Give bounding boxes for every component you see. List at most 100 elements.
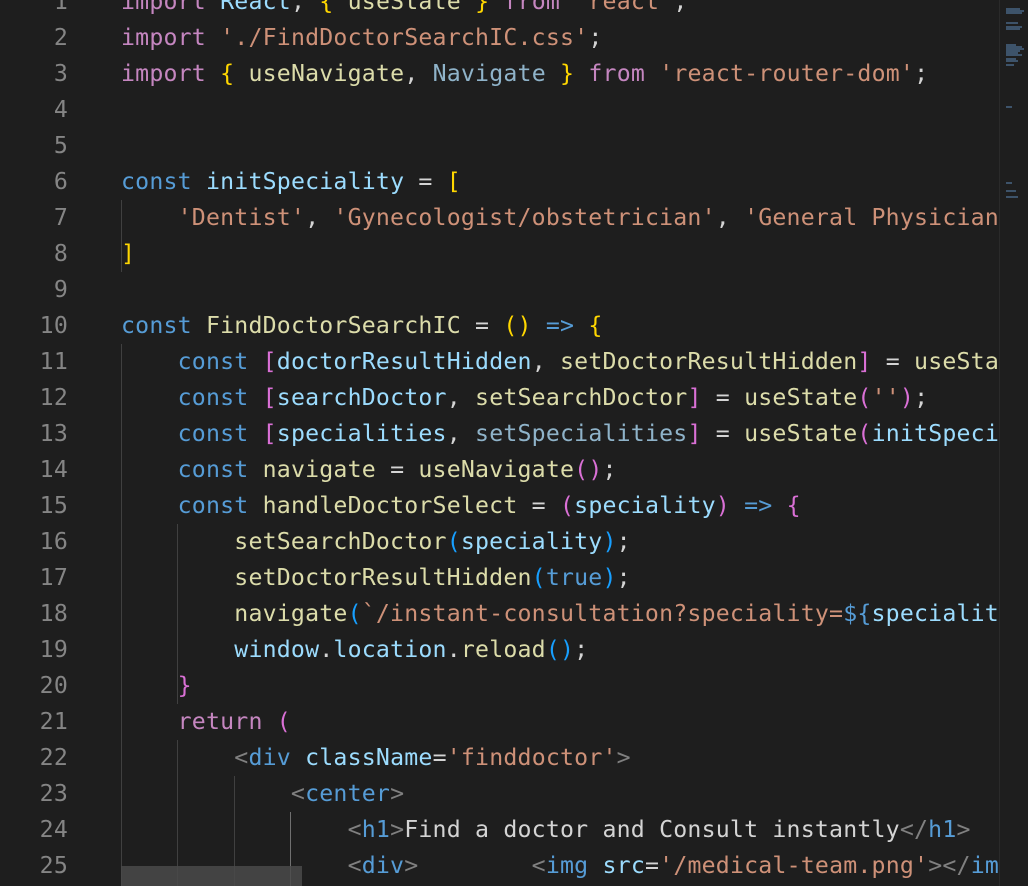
code-token: =>: [545, 312, 575, 339]
code-line[interactable]: const [doctorResultHidden, setDoctorResu…: [121, 344, 1000, 380]
code-line[interactable]: import { useNavigate, Navigate } from 'r…: [121, 56, 928, 92]
code-token: useNavigate: [248, 60, 405, 87]
code-token: img: [545, 852, 589, 879]
code-token: initSpeciality: [205, 168, 405, 195]
code-token: './FindDoctorSearchIC.css': [220, 24, 589, 51]
code-token: (: [347, 600, 362, 627]
code-token: setDoctorResultHidden: [234, 564, 532, 591]
code-token: ;: [914, 384, 929, 411]
code-token: useState: [744, 384, 858, 411]
code-line[interactable]: const FindDoctorSearchIC = () => {: [121, 308, 603, 344]
code-token: ,: [290, 0, 320, 15]
code-line[interactable]: import React, { useState } from 'react';: [121, 0, 688, 20]
code-token: searchDoctor: [276, 384, 447, 411]
code-token: from: [588, 60, 646, 87]
code-token: <: [347, 852, 362, 879]
code-token: }: [560, 60, 575, 87]
code-token: ></: [928, 852, 971, 879]
code-token: {: [786, 492, 801, 519]
code-line[interactable]: const handleDoctorSelect = (speciality) …: [121, 488, 801, 524]
code-token: }: [475, 0, 490, 15]
code-token: import: [121, 24, 206, 51]
code-token: speciality: [460, 528, 603, 555]
code-token: <: [347, 816, 362, 843]
code-token: </: [899, 816, 929, 843]
code-token: speciality: [871, 600, 1000, 627]
code-token: const: [177, 492, 249, 519]
code-line[interactable]: window.location.reload();: [121, 632, 588, 668]
minimap-line: [1006, 12, 1022, 14]
indent-guide: [177, 524, 178, 704]
code-token: setSearchDoctor: [234, 528, 447, 555]
code-token: ,: [404, 60, 433, 87]
code-token: const: [121, 168, 192, 195]
code-token: ,: [446, 384, 476, 411]
code-line[interactable]: return (: [121, 704, 291, 740]
code-token: location: [333, 636, 447, 663]
code-line[interactable]: <h1>Find a doctor and Consult instantly<…: [121, 812, 971, 848]
code-token: handleDoctorSelect: [262, 492, 518, 519]
code-token: from: [503, 0, 561, 15]
code-token: ): [899, 384, 915, 411]
code-token: Navigate: [432, 60, 546, 87]
code-area[interactable]: import React, { useState } from 'react';…: [0, 0, 1000, 886]
code-token: (: [531, 564, 546, 591]
code-token: =: [375, 456, 419, 483]
code-token: navigate: [262, 456, 376, 483]
code-line[interactable]: setDoctorResultHidden(true);: [121, 560, 631, 596]
code-token: ]: [857, 348, 872, 375]
minimap[interactable]: [999, 0, 1028, 886]
code-token: ;: [616, 528, 631, 555]
code-line[interactable]: const [searchDoctor, setSearchDoctor] = …: [121, 380, 928, 416]
code-line[interactable]: 'Dentist', 'Gynecologist/obstetrician', …: [121, 200, 1000, 236]
code-token: =>: [744, 492, 773, 519]
code-token: const: [177, 456, 249, 483]
code-token: initSpeciality: [871, 420, 1000, 447]
indent-guide: [121, 200, 122, 272]
code-token: const: [177, 348, 249, 375]
code-token: (): [545, 636, 575, 663]
code-token: useNavigate: [418, 456, 575, 483]
code-token: >: [956, 816, 971, 843]
horizontal-scrollbar[interactable]: [121, 866, 302, 886]
code-line[interactable]: <center>: [121, 776, 404, 812]
code-token: <: [234, 744, 249, 771]
code-token: ;: [616, 564, 631, 591]
indent-guide: [121, 344, 122, 886]
code-token: >: [616, 744, 631, 771]
code-line[interactable]: const [specialities, setSpecialities] = …: [121, 416, 1000, 452]
code-token: doctorResultHidden: [276, 348, 532, 375]
code-token: >: [404, 852, 419, 879]
code-token: }: [177, 672, 192, 699]
code-editor[interactable]: 1 2 3 4 5 6 7 8 9 10 11 12 13 14 15 16 17 18 19 20 21 22 23 24 2…: [0, 0, 1028, 886]
code-line[interactable]: navigate(`/instant-consultation?speciali…: [121, 596, 1000, 632]
code-token: ,: [715, 204, 745, 231]
code-line[interactable]: }: [121, 668, 192, 704]
code-line[interactable]: const initSpeciality = [: [121, 164, 461, 200]
code-token: 'Gynecologist/obstetrician': [333, 204, 716, 231]
code-line[interactable]: <div className='finddoctor'>: [121, 740, 631, 776]
code-line[interactable]: const navigate = useNavigate();: [121, 452, 617, 488]
code-line[interactable]: ]: [121, 236, 135, 272]
code-line[interactable]: import './FindDoctorSearchIC.css';: [121, 20, 602, 56]
code-token: src: [602, 852, 645, 879]
code-token: 'react-router-dom': [659, 60, 915, 87]
code-token: center: [305, 780, 391, 807]
code-token: import: [121, 60, 206, 87]
code-token: Find a doctor and Consult instantly: [404, 816, 900, 843]
code-line[interactable]: setSearchDoctor(speciality);: [121, 524, 631, 560]
code-token: return: [177, 708, 263, 735]
